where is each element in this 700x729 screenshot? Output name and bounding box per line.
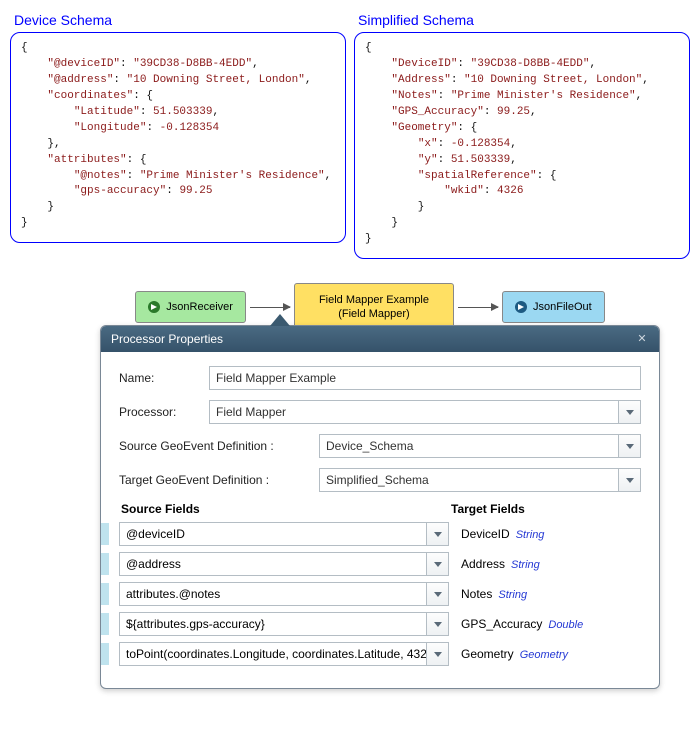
target-field-name: DeviceID: [461, 527, 510, 541]
field-map-row: Line 4 ${attributes.gps-accuracy} GPS_Accu…: [100, 612, 641, 636]
chevron-down-icon: [426, 643, 448, 665]
chevron-down-icon: [426, 583, 448, 605]
play-icon: [515, 301, 527, 313]
chevron-down-icon: [618, 435, 640, 457]
target-field-name: GPS_Accuracy: [461, 617, 542, 631]
source-fields-header: Source Fields: [119, 502, 451, 516]
source-def-value: Device_Schema: [326, 439, 413, 453]
field-map-row: Line 2 @address Address String: [100, 552, 641, 576]
line-badge: Line 3: [100, 583, 109, 605]
source-field-select[interactable]: @deviceID: [119, 522, 449, 546]
panel-header: Processor Properties ✕: [101, 326, 659, 352]
target-field-name: Address: [461, 557, 505, 571]
simplified-schema-box: { "DeviceID": "39CD38-D8BB-4EDD", "Addre…: [354, 32, 690, 259]
chevron-down-icon: [426, 613, 448, 635]
processor-properties-panel: Processor Properties ✕ Name: Processor: …: [100, 325, 660, 689]
chevron-down-icon: [618, 469, 640, 491]
device-schema-json: { "@deviceID": "39CD38-D8BB-4EDD", "@add…: [21, 41, 335, 232]
target-def-label: Target GeoEvent Definition :: [119, 473, 319, 487]
panel-pointer-icon: [270, 314, 290, 326]
chevron-down-icon: [426, 553, 448, 575]
simplified-schema-title: Simplified Schema: [358, 12, 474, 28]
source-field-select[interactable]: ${attributes.gps-accuracy}: [119, 612, 449, 636]
processor-select-value: Field Mapper: [216, 405, 286, 419]
arrow-icon: [458, 307, 498, 308]
field-map-row: Line 5 toPoint(coordinates.Longitude, coo…: [100, 642, 641, 666]
target-field-type: String: [498, 589, 527, 601]
source-field-value: attributes.@notes: [126, 587, 220, 601]
field-map-row: Line 1 @deviceID DeviceID String: [100, 522, 641, 546]
flow-output-node[interactable]: JsonFileOut: [502, 291, 605, 323]
target-fields-header: Target Fields: [451, 502, 641, 516]
flow-processor-label-1: Field Mapper Example: [319, 294, 429, 306]
close-icon[interactable]: ✕: [635, 332, 649, 346]
source-def-select[interactable]: Device_Schema: [319, 434, 641, 458]
target-field-type: String: [511, 559, 540, 571]
source-field-value: @address: [126, 557, 181, 571]
source-field-select[interactable]: toPoint(coordinates.Longitude, coordinat…: [119, 642, 449, 666]
chevron-down-icon: [618, 401, 640, 423]
play-icon: [148, 301, 160, 313]
flow-output-label: JsonFileOut: [533, 301, 592, 313]
device-schema-title: Device Schema: [14, 12, 112, 28]
flow-input-label: JsonReceiver: [166, 301, 233, 313]
source-def-label: Source GeoEvent Definition :: [119, 439, 319, 453]
line-badge: Line 5: [100, 643, 109, 665]
target-field-name: Notes: [461, 587, 492, 601]
target-field-type: String: [516, 529, 545, 541]
target-def-value: Simplified_Schema: [326, 473, 429, 487]
flow-processor-node[interactable]: Field Mapper Example (Field Mapper): [294, 283, 454, 331]
chevron-down-icon: [426, 523, 448, 545]
processor-select[interactable]: Field Mapper: [209, 400, 641, 424]
arrow-icon: [250, 307, 290, 308]
source-field-value: ${attributes.gps-accuracy}: [126, 617, 265, 631]
source-field-select[interactable]: @address: [119, 552, 449, 576]
line-badge: Line 1: [100, 523, 109, 545]
target-field-type: Double: [548, 619, 583, 631]
target-field-name: Geometry: [461, 647, 514, 661]
line-badge: Line 4: [100, 613, 109, 635]
target-field-type: Geometry: [520, 649, 568, 661]
panel-title: Processor Properties: [111, 332, 223, 346]
line-badge: Line 2: [100, 553, 109, 575]
flow-input-node[interactable]: JsonReceiver: [135, 291, 246, 323]
name-label: Name:: [119, 371, 209, 385]
source-field-select[interactable]: attributes.@notes: [119, 582, 449, 606]
source-field-value: toPoint(coordinates.Longitude, coordinat…: [126, 647, 438, 661]
target-def-select[interactable]: Simplified_Schema: [319, 468, 641, 492]
simplified-schema-json: { "DeviceID": "39CD38-D8BB-4EDD", "Addre…: [365, 41, 679, 248]
processor-label: Processor:: [119, 405, 209, 419]
device-schema-box: { "@deviceID": "39CD38-D8BB-4EDD", "@add…: [10, 32, 346, 243]
name-input[interactable]: [209, 366, 641, 390]
flow-diagram: JsonReceiver Field Mapper Example (Field…: [10, 283, 690, 331]
flow-processor-label-2: (Field Mapper): [338, 308, 410, 320]
source-field-value: @deviceID: [126, 527, 185, 541]
field-map-row: Line 3 attributes.@notes Notes String: [100, 582, 641, 606]
